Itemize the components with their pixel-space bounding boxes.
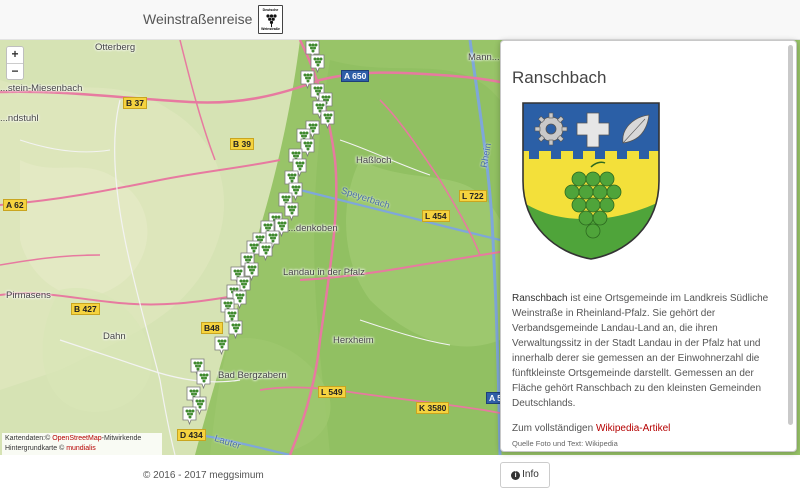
road-shield-k3580: K 3580 [416,402,450,414]
zoom-in-button[interactable]: + [7,47,23,63]
grape-logo-icon [266,14,277,27]
wikipedia-article-link[interactable]: Wikipedia-Artikel [596,423,670,434]
navbar: Weinstraßenreise Deutsche Weinstraße [0,0,800,40]
road-shield-b37: B 37 [123,97,147,109]
info-button-label: Info [522,469,539,480]
wine-location-marker[interactable] [320,110,335,129]
place-label-bad-bergzabern: Bad Bergzabern [218,370,287,381]
zoom-control: + − [6,46,24,80]
map-attribution: Kartendaten:© OpenStreetMap-Mitwirkende … [2,433,162,455]
panel-source: Quelle Foto und Text: Wikipedia [512,439,618,448]
road-shield-b427: B 427 [71,303,100,315]
wine-location-marker[interactable] [228,320,243,339]
logo-text-bottom: Weinstraße [261,27,280,31]
wine-location-marker[interactable] [214,336,229,355]
wikipedia-link-line: Zum vollständigen Wikipedia-Artikel [512,423,671,434]
place-label-miesenbach: ...stein-Miesenbach [0,83,83,94]
info-panel: Ranschbach Ranschbach ist eine Ortsgemei… [500,40,797,452]
place-label-landstuhl: ...ndstuhl [0,113,39,124]
road-shield-a650: A 650 [341,70,370,82]
place-label-pirmasens: Pirmasens [6,290,51,301]
info-button[interactable]: i Info [500,462,550,488]
description-highlight: Ranschbach [512,293,568,304]
wine-location-marker[interactable] [182,406,197,425]
place-label-mannheim: Mann... [468,52,500,63]
logo-text-top: Deutsche [262,8,279,12]
place-label-otterberg: Otterberg [95,42,136,53]
road-shield-l454: L 454 [422,210,450,222]
wine-location-marker[interactable] [258,242,273,261]
place-label-herxheim: Herxheim [333,335,374,346]
panel-description: Ranschbach ist eine Ortsgemeinde im Land… [512,291,775,411]
place-label-hassloch: Haßloch [356,155,392,166]
openstreetmap-link[interactable]: OpenStreetMap [52,435,101,442]
zoom-out-button[interactable]: − [7,63,23,79]
footer-copyright: © 2016 - 2017 meggsimum [143,470,264,481]
panel-title: Ranschbach [512,68,607,87]
panel-scrollbar[interactable] [788,45,793,425]
road-shield-b48: B48 [201,322,223,334]
road-shield-l722: L 722 [459,190,487,202]
place-label-landau: Landau in der Pfalz [283,267,365,278]
mundialis-link[interactable]: mundialis [66,445,96,452]
attribution-line-1: Kartendaten:© OpenStreetMap-Mitwirkende [5,435,142,442]
road-shield-l549: L 549 [318,386,346,398]
brand-title[interactable]: Weinstraßenreise [143,11,252,27]
road-shield-a62: A 62 [3,199,27,211]
deutsche-weinstrasse-logo[interactable]: Deutsche Weinstraße [258,5,283,34]
description-text: ist eine Ortsgemeinde im Landkreis Südli… [512,293,769,409]
coat-of-arms-image [522,102,660,260]
place-label-dahn: Dahn [103,331,126,342]
info-circle-icon: i [511,471,521,480]
road-shield-b39: B 39 [230,138,254,150]
attribution-line-2: Hintergrundkarte © mundialis [5,445,96,452]
road-shield-d434: D 434 [177,429,206,441]
place-label-edenkoben: ...denkoben [288,223,338,234]
